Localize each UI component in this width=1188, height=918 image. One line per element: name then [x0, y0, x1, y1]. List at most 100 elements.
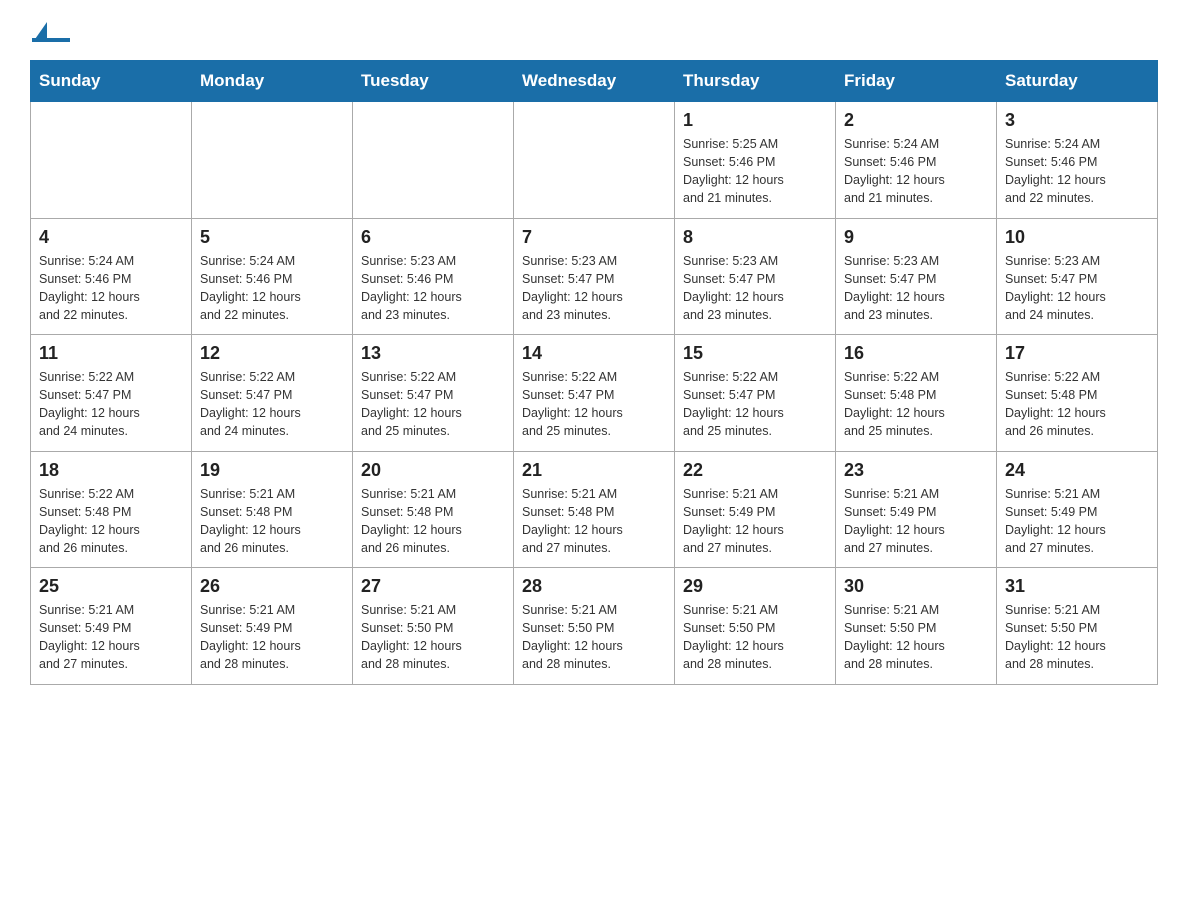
header-day-friday: Friday — [836, 61, 997, 102]
day-number: 1 — [683, 110, 827, 131]
calendar-cell — [514, 102, 675, 219]
day-info: Sunrise: 5:21 AMSunset: 5:49 PMDaylight:… — [844, 485, 988, 558]
week-row-3: 11 Sunrise: 5:22 AMSunset: 5:47 PMDayligh… — [31, 335, 1158, 452]
day-number: 10 — [1005, 227, 1149, 248]
day-info: Sunrise: 5:21 AMSunset: 5:48 PMDaylight:… — [200, 485, 344, 558]
calendar-cell: 2 Sunrise: 5:24 AMSunset: 5:46 PMDaylight… — [836, 102, 997, 219]
day-number: 29 — [683, 576, 827, 597]
calendar-cell: 14Sunrise: 5:22 AMSunset: 5:47 PMDayligh… — [514, 335, 675, 452]
calendar-cell: 22Sunrise: 5:21 AMSunset: 5:49 PMDayligh… — [675, 451, 836, 568]
calendar-cell: 17 Sunrise: 5:22 AMSunset: 5:48 PMDayligh… — [997, 335, 1158, 452]
day-info: Sunrise: 5:21 AMSunset: 5:49 PMDaylight:… — [200, 601, 344, 674]
day-info: Sunrise: 5:24 AMSunset: 5:46 PMDaylight:… — [844, 135, 988, 208]
day-number: 17 — [1005, 343, 1149, 364]
calendar-cell: 9 Sunrise: 5:23 AMSunset: 5:47 PMDaylight… — [836, 218, 997, 335]
calendar-body: 1 Sunrise: 5:25 AMSunset: 5:46 PMDaylight… — [31, 102, 1158, 685]
day-info: Sunrise: 5:23 AMSunset: 5:47 PMDaylight:… — [1005, 252, 1149, 325]
day-info: Sunrise: 5:22 AMSunset: 5:48 PMDaylight:… — [844, 368, 988, 441]
day-info: Sunrise: 5:21 AMSunset: 5:49 PMDaylight:… — [39, 601, 183, 674]
day-info: Sunrise: 5:21 AMSunset: 5:50 PMDaylight:… — [522, 601, 666, 674]
day-info: Sunrise: 5:24 AMSunset: 5:46 PMDaylight:… — [1005, 135, 1149, 208]
day-number: 6 — [361, 227, 505, 248]
day-info: Sunrise: 5:23 AMSunset: 5:47 PMDaylight:… — [844, 252, 988, 325]
calendar-cell: 10 Sunrise: 5:23 AMSunset: 5:47 PMDayligh… — [997, 218, 1158, 335]
day-number: 15 — [683, 343, 827, 364]
header-day-monday: Monday — [192, 61, 353, 102]
logo — [30, 20, 76, 42]
day-info: Sunrise: 5:22 AMSunset: 5:48 PMDaylight:… — [1005, 368, 1149, 441]
calendar-cell: 20 Sunrise: 5:21 AMSunset: 5:48 PMDayligh… — [353, 451, 514, 568]
calendar-cell: 23 Sunrise: 5:21 AMSunset: 5:49 PMDayligh… — [836, 451, 997, 568]
calendar-cell: 24 Sunrise: 5:21 AMSunset: 5:49 PMDayligh… — [997, 451, 1158, 568]
day-info: Sunrise: 5:22 AMSunset: 5:47 PMDaylight:… — [200, 368, 344, 441]
day-number: 20 — [361, 460, 505, 481]
calendar-cell: 19Sunrise: 5:21 AMSunset: 5:48 PMDayligh… — [192, 451, 353, 568]
header-day-tuesday: Tuesday — [353, 61, 514, 102]
day-info: Sunrise: 5:25 AMSunset: 5:46 PMDaylight:… — [683, 135, 827, 208]
day-info: Sunrise: 5:22 AMSunset: 5:48 PMDaylight:… — [39, 485, 183, 558]
day-info: Sunrise: 5:24 AMSunset: 5:46 PMDaylight:… — [200, 252, 344, 325]
week-row-4: 18Sunrise: 5:22 AMSunset: 5:48 PMDayligh… — [31, 451, 1158, 568]
day-info: Sunrise: 5:21 AMSunset: 5:48 PMDaylight:… — [522, 485, 666, 558]
week-row-1: 1 Sunrise: 5:25 AMSunset: 5:46 PMDaylight… — [31, 102, 1158, 219]
day-info: Sunrise: 5:23 AMSunset: 5:46 PMDaylight:… — [361, 252, 505, 325]
day-number: 27 — [361, 576, 505, 597]
calendar-cell: 11 Sunrise: 5:22 AMSunset: 5:47 PMDayligh… — [31, 335, 192, 452]
calendar-cell: 16 Sunrise: 5:22 AMSunset: 5:48 PMDayligh… — [836, 335, 997, 452]
day-number: 2 — [844, 110, 988, 131]
day-number: 28 — [522, 576, 666, 597]
day-info: Sunrise: 5:21 AMSunset: 5:50 PMDaylight:… — [844, 601, 988, 674]
calendar-cell: 12 Sunrise: 5:22 AMSunset: 5:47 PMDayligh… — [192, 335, 353, 452]
calendar-cell: 27Sunrise: 5:21 AMSunset: 5:50 PMDayligh… — [353, 568, 514, 685]
day-number: 23 — [844, 460, 988, 481]
day-number: 24 — [1005, 460, 1149, 481]
day-number: 11 — [39, 343, 183, 364]
day-number: 12 — [200, 343, 344, 364]
day-number: 26 — [200, 576, 344, 597]
day-number: 21 — [522, 460, 666, 481]
calendar-table: SundayMondayTuesdayWednesdayThursdayFrid… — [30, 60, 1158, 685]
calendar-cell: 21 Sunrise: 5:21 AMSunset: 5:48 PMDayligh… — [514, 451, 675, 568]
day-number: 13 — [361, 343, 505, 364]
day-info: Sunrise: 5:23 AMSunset: 5:47 PMDaylight:… — [683, 252, 827, 325]
day-info: Sunrise: 5:24 AMSunset: 5:46 PMDaylight:… — [39, 252, 183, 325]
day-info: Sunrise: 5:22 AMSunset: 5:47 PMDaylight:… — [361, 368, 505, 441]
day-number: 4 — [39, 227, 183, 248]
day-number: 8 — [683, 227, 827, 248]
calendar-cell: 4 Sunrise: 5:24 AMSunset: 5:46 PMDaylight… — [31, 218, 192, 335]
day-info: Sunrise: 5:23 AMSunset: 5:47 PMDaylight:… — [522, 252, 666, 325]
calendar-cell — [192, 102, 353, 219]
calendar-cell — [31, 102, 192, 219]
calendar-cell: 1 Sunrise: 5:25 AMSunset: 5:46 PMDaylight… — [675, 102, 836, 219]
header-day-thursday: Thursday — [675, 61, 836, 102]
header-day-wednesday: Wednesday — [514, 61, 675, 102]
header-row: SundayMondayTuesdayWednesdayThursdayFrid… — [31, 61, 1158, 102]
day-info: Sunrise: 5:21 AMSunset: 5:48 PMDaylight:… — [361, 485, 505, 558]
calendar-cell: 7 Sunrise: 5:23 AMSunset: 5:47 PMDaylight… — [514, 218, 675, 335]
day-info: Sunrise: 5:21 AMSunset: 5:50 PMDaylight:… — [1005, 601, 1149, 674]
calendar-header: SundayMondayTuesdayWednesdayThursdayFrid… — [31, 61, 1158, 102]
calendar-cell: 3 Sunrise: 5:24 AMSunset: 5:46 PMDaylight… — [997, 102, 1158, 219]
day-info: Sunrise: 5:21 AMSunset: 5:49 PMDaylight:… — [683, 485, 827, 558]
calendar-cell: 30 Sunrise: 5:21 AMSunset: 5:50 PMDayligh… — [836, 568, 997, 685]
day-number: 3 — [1005, 110, 1149, 131]
day-info: Sunrise: 5:21 AMSunset: 5:49 PMDaylight:… — [1005, 485, 1149, 558]
day-number: 31 — [1005, 576, 1149, 597]
calendar-cell — [353, 102, 514, 219]
day-info: Sunrise: 5:22 AMSunset: 5:47 PMDaylight:… — [522, 368, 666, 441]
header — [30, 20, 1158, 42]
calendar-cell: 5Sunrise: 5:24 AMSunset: 5:46 PMDaylight… — [192, 218, 353, 335]
day-info: Sunrise: 5:22 AMSunset: 5:47 PMDaylight:… — [683, 368, 827, 441]
header-day-sunday: Sunday — [31, 61, 192, 102]
calendar-cell: 8 Sunrise: 5:23 AMSunset: 5:47 PMDaylight… — [675, 218, 836, 335]
day-number: 7 — [522, 227, 666, 248]
day-number: 16 — [844, 343, 988, 364]
week-row-5: 25Sunrise: 5:21 AMSunset: 5:49 PMDayligh… — [31, 568, 1158, 685]
calendar-cell: 15 Sunrise: 5:22 AMSunset: 5:47 PMDayligh… — [675, 335, 836, 452]
calendar-cell: 28 Sunrise: 5:21 AMSunset: 5:50 PMDayligh… — [514, 568, 675, 685]
calendar-cell: 31 Sunrise: 5:21 AMSunset: 5:50 PMDayligh… — [997, 568, 1158, 685]
day-number: 9 — [844, 227, 988, 248]
day-info: Sunrise: 5:22 AMSunset: 5:47 PMDaylight:… — [39, 368, 183, 441]
day-number: 30 — [844, 576, 988, 597]
calendar-cell: 6 Sunrise: 5:23 AMSunset: 5:46 PMDaylight… — [353, 218, 514, 335]
